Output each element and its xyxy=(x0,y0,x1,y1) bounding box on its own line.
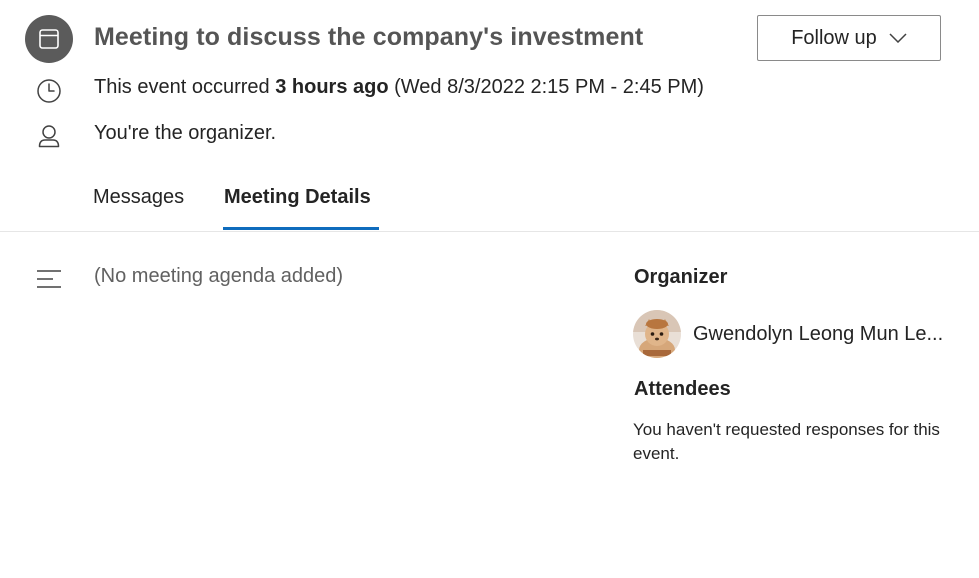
organizer-note: You're the organizer. xyxy=(94,122,277,144)
tab-messages[interactable]: Messages xyxy=(93,186,184,209)
agenda-text: (No meeting agenda added) xyxy=(94,265,344,287)
tab-meeting-details[interactable]: Meeting Details xyxy=(224,186,371,209)
event-time-text: This event occurred 3 hours ago (Wed 8/3… xyxy=(94,76,704,99)
avatar[interactable] xyxy=(633,310,681,358)
event-time-relative: 3 hours ago xyxy=(275,76,389,98)
event-time-absolute: (Wed 8/3/2022 2:15 PM - 2:45 PM) xyxy=(388,76,704,98)
attendees-note: You haven't requested responses for this… xyxy=(633,420,940,463)
attendees-heading: Attendees xyxy=(634,378,731,400)
person-icon xyxy=(36,124,62,150)
text-align-left-icon xyxy=(36,268,62,290)
chevron-down-icon xyxy=(889,33,907,43)
clock-icon xyxy=(36,78,62,104)
event-time-prefix: This event occurred xyxy=(94,76,276,98)
organizer-name[interactable]: Gwendolyn Leong Mun Le... xyxy=(693,323,953,346)
follow-up-label: Follow up xyxy=(791,26,877,49)
organizer-heading: Organizer xyxy=(634,266,728,288)
follow-up-button[interactable]: Follow up xyxy=(757,15,941,61)
divider xyxy=(0,231,979,232)
calendar-icon xyxy=(25,15,73,63)
selected-tab-indicator xyxy=(223,227,379,230)
page-title: Meeting to discuss the company's investm… xyxy=(94,23,644,51)
